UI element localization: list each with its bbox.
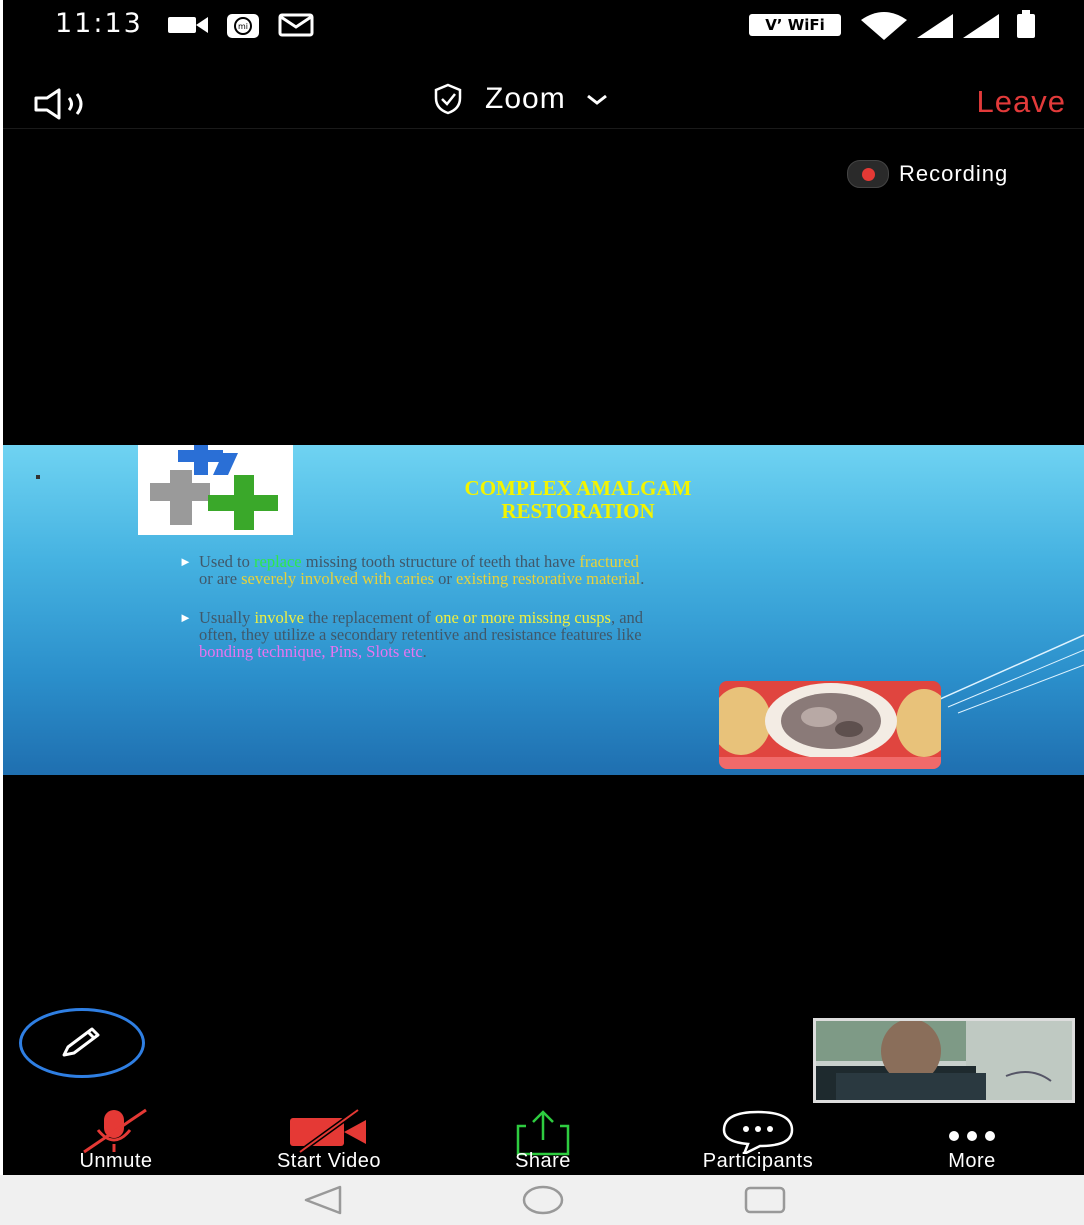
meeting-toolbar: Unmute Start Video Share Participants Mo… — [3, 1104, 1084, 1175]
recording-indicator[interactable]: Recording — [847, 160, 1008, 188]
bullet-arrow-icon: ► — [179, 610, 192, 625]
annotate-button[interactable] — [19, 1008, 145, 1078]
chat-bubble-icon — [722, 1110, 794, 1154]
android-nav-bar — [0, 1175, 1084, 1225]
share-label: Share — [515, 1150, 571, 1172]
back-icon[interactable] — [302, 1184, 344, 1216]
start-video-button[interactable]: Start Video — [244, 1104, 414, 1175]
unmute-label: Unmute — [79, 1150, 153, 1172]
slide-decor-lines — [938, 634, 1084, 714]
slide-title-line2: RESTORATION — [501, 499, 655, 523]
video-camera-icon — [168, 17, 208, 33]
muted-microphone-icon — [83, 1108, 147, 1154]
slide-title: COMPLEX AMALGAM RESTORATION — [323, 477, 833, 523]
participants-label: Participants — [702, 1150, 814, 1172]
slide-tooth-photo — [719, 681, 941, 769]
status-bar: 11:13 mi V’ WiFi — [3, 0, 1084, 52]
unmute-button[interactable]: Unmute — [31, 1104, 201, 1175]
more-button[interactable]: More — [887, 1104, 1057, 1175]
share-upload-icon — [516, 1110, 570, 1156]
vowifi-badge: V’ WiFi — [749, 14, 841, 36]
home-icon[interactable] — [521, 1184, 565, 1216]
pencil-icon — [62, 1027, 100, 1057]
cursor-pointer — [36, 475, 40, 479]
chevron-down-icon — [586, 94, 607, 105]
start-video-label: Start Video — [276, 1150, 382, 1172]
meeting-title-dropdown[interactable]: Zoom — [431, 82, 610, 116]
speaker-icon[interactable] — [33, 88, 97, 120]
slide-bullet-2: ► Usually involve the replacement of one… — [179, 608, 644, 661]
mi-icon: mi — [227, 14, 259, 38]
gmail-icon — [278, 13, 314, 37]
recents-icon[interactable] — [743, 1184, 787, 1216]
signal-icon — [963, 14, 999, 38]
share-button[interactable]: Share — [458, 1104, 628, 1175]
record-dot-icon — [847, 160, 889, 188]
participants-button[interactable]: Participants — [673, 1104, 843, 1175]
shield-check-icon — [434, 83, 462, 115]
slide-title-line1: COMPLEX AMALGAM — [464, 476, 692, 500]
video-off-icon — [290, 1108, 366, 1154]
self-video-thumbnail[interactable] — [813, 1018, 1075, 1103]
more-dots-icon — [949, 1131, 995, 1141]
zoom-meeting-screen: 11:13 mi V’ WiFi Zoom Leave Recording CO… — [3, 0, 1084, 1175]
svg-text:mi: mi — [238, 22, 248, 31]
bullet-arrow-icon: ► — [179, 554, 192, 569]
recording-label: Recording — [899, 161, 1009, 186]
more-label: More — [948, 1150, 996, 1172]
wifi-icon — [861, 12, 907, 40]
status-time: 11:13 — [55, 8, 143, 39]
meeting-title: Zoom — [485, 82, 566, 115]
battery-icon — [1017, 10, 1035, 38]
leave-button[interactable]: Leave — [977, 84, 1066, 120]
slide-bullet-1: ► Used to replace missing tooth structur… — [179, 552, 645, 588]
shared-screen-slide: COMPLEX AMALGAM RESTORATION ► Used to re… — [3, 445, 1084, 775]
slide-logo — [138, 445, 293, 535]
meeting-header: Zoom Leave — [3, 78, 1084, 129]
signal-icon — [917, 14, 953, 38]
